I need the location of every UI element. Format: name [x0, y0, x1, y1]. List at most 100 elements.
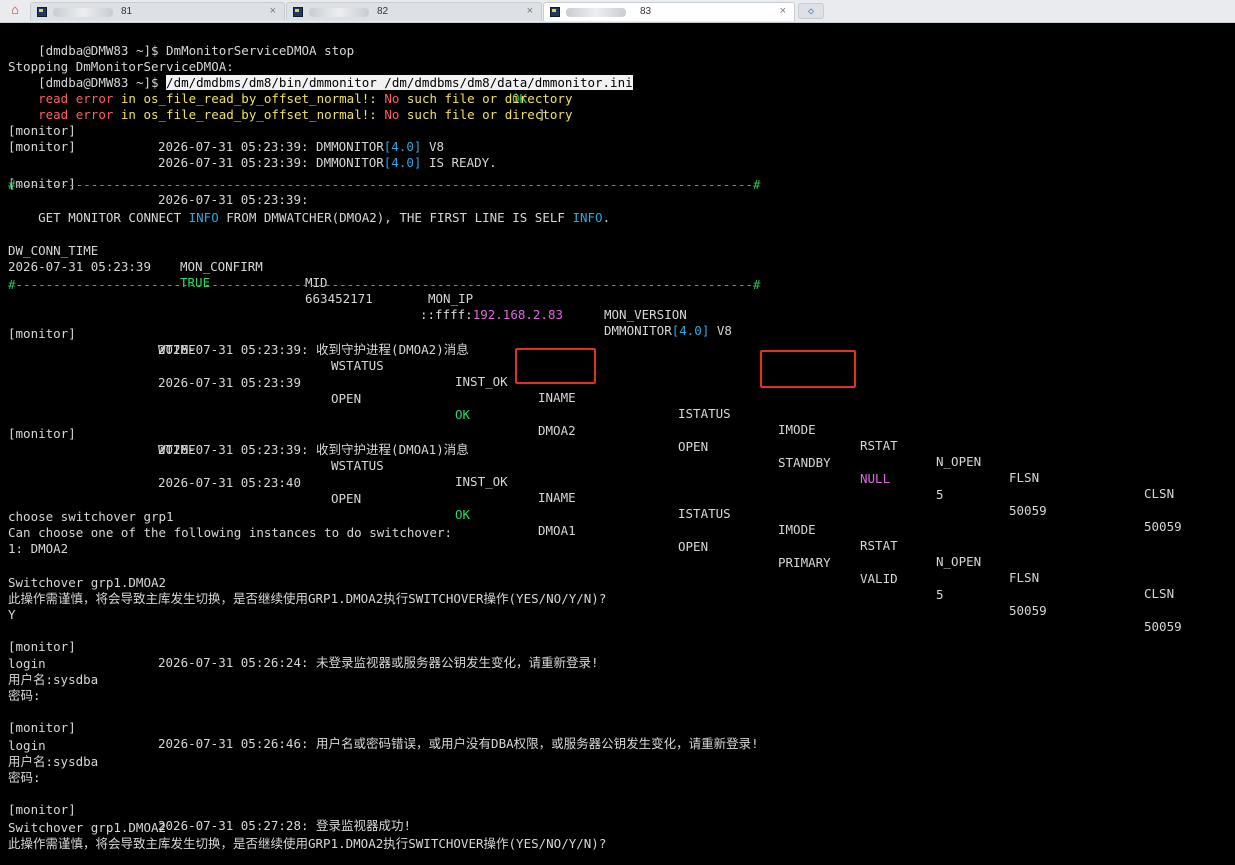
log-tag: [monitor] — [8, 639, 76, 654]
terminal-line: GET MONITOR CONNECT INFO FROM DMWATCHER(… — [8, 194, 610, 225]
table-cell: 2026-07-31 05:23:39 — [158, 375, 301, 390]
table-header: WTIME WSTATUS INST_OK INAME ISTATUS IMOD… — [8, 426, 1228, 601]
version-number: [4.0] — [383, 139, 422, 154]
close-icon[interactable]: × — [527, 5, 533, 17]
tab-label: 81 — [121, 6, 133, 17]
table-cell: 5 — [936, 487, 944, 502]
tab-label: 82 — [377, 6, 389, 17]
terminal-line: choose switchover grp1 — [8, 509, 174, 524]
column-header: CLSN — [1144, 486, 1175, 501]
plus-tab-icon[interactable]: ◇ — [798, 3, 824, 19]
info-keyword: INFO — [572, 210, 603, 225]
terminal-line: [monitor] 2026-07-31 05:23:39: DMMONITOR… — [8, 123, 708, 170]
terminal-line: login — [8, 738, 46, 753]
terminal-line: read error in os_file_read_by_offset_nor… — [8, 75, 572, 106]
terminal-line: Stopping DmMonitorServiceDMOA: [ OK ] — [8, 43, 608, 122]
column-header: WTIME — [158, 342, 196, 357]
home-icon[interactable]: ⌂ — [6, 3, 24, 19]
table-row: 2026-07-31 05:23:39 TRUE 663452171 ::fff… — [8, 243, 908, 338]
table-cell: OPEN — [678, 539, 709, 554]
version-suffix: V8 — [421, 139, 444, 154]
terminal-line: Switchover grp1.DMOA2 — [8, 820, 167, 835]
terminal-line: Y — [8, 607, 16, 622]
tab-session-83[interactable]: 83 × — [543, 2, 795, 21]
terminal-line: 用户名:sysdba — [8, 754, 99, 769]
close-icon[interactable]: × — [780, 5, 786, 17]
terminal-line: [monitor] 2026-07-31 05:27:28: 登录监视器成功! — [8, 786, 908, 833]
tab-label: 83 — [640, 6, 652, 17]
close-icon[interactable]: × — [270, 5, 276, 17]
table-cell: VALID — [860, 571, 898, 586]
table-cell: 2026-07-31 05:23:39 — [8, 259, 151, 274]
column-header: N_OPEN — [936, 554, 982, 569]
column-header: MON_IP — [428, 291, 474, 306]
terminal-line: [monitor] 2026-07-31 05:23:39: 收到守护进程(DM… — [8, 310, 908, 357]
terminal-icon — [37, 7, 47, 17]
log-text: 2026-07-31 05:27:28: 登录监视器成功! — [158, 818, 412, 833]
terminal-line: read error in os_file_read_by_offset_nor… — [8, 91, 572, 122]
column-header: MON_CONFIRM — [180, 259, 263, 274]
terminal-output[interactable]: [dmdba@DMW83 ~]$ DmMonitorServiceDMOA st… — [0, 23, 1235, 865]
column-header: INST_OK — [455, 374, 508, 389]
redacted-host — [53, 8, 113, 17]
highlight-box-imode — [760, 350, 856, 388]
table-cell: 5 — [936, 587, 944, 602]
table-row: 2026-07-31 05:23:40 OPEN OK DMOA1 OPEN P… — [8, 459, 1228, 634]
log-text: 2026-07-31 05:26:46: 用户名或密码错误，或用户没有DBA权限… — [158, 736, 759, 751]
tab-session-82[interactable]: 82 × — [286, 2, 542, 21]
column-header: INST_OK — [455, 474, 508, 489]
log-tag: [monitor] — [8, 720, 76, 735]
terminal-line: [monitor] 2026-07-31 05:26:46: 用户名或密码错误，… — [8, 704, 1108, 751]
log-text: 2026-07-31 05:23:39: 收到守护进程(DMOA1)消息 — [158, 442, 469, 457]
table-row: 2026-07-31 05:23:39 OPEN OK DMOA2 OPEN S… — [8, 359, 1228, 534]
table-cell: DMOA1 — [538, 523, 576, 538]
terminal-line: [monitor] 2026-07-31 05:26:24: 未登录监视器或服务… — [8, 623, 908, 670]
info-keyword: INFO — [188, 210, 219, 225]
table-cell: 50059 — [1009, 503, 1047, 518]
log-text: 2026-07-31 05:26:24: 未登录监视器或服务器公钥发生变化，请重… — [158, 655, 599, 670]
terminal-line: Switchover grp1.DMOA2 — [8, 575, 167, 590]
terminal-line: 用户名:sysdba — [8, 672, 99, 687]
terminal-icon — [550, 7, 560, 17]
log-timestamp: 2026-07-31 05:23:39: DMMONITOR — [158, 139, 384, 154]
terminal-line: [monitor] 2026-07-31 05:23:39: — [8, 160, 708, 207]
terminal-line: 此操作需谨慎，将会导致主库发生切换，是否继续使用GRP1.DMOA2执行SWIT… — [8, 836, 607, 851]
separator-line: #---------------------------------------… — [8, 277, 761, 292]
tab-session-81[interactable]: 81 × — [30, 2, 285, 21]
table-cell: OPEN — [331, 491, 362, 506]
table-cell: PRIMARY — [778, 555, 831, 570]
tab-bar: ⌂ 81 × 82 × 83 × ◇ — [0, 0, 1235, 23]
header-text: GET MONITOR CONNECT — [38, 210, 189, 225]
table-header: WTIME WSTATUS INST_OK INAME ISTATUS IMOD… — [8, 326, 1228, 501]
highlight-box-iname — [515, 348, 596, 384]
terminal-line: [monitor] 2026-07-31 05:23:39: 收到守护进程(DM… — [8, 410, 908, 457]
column-header: WTIME — [158, 442, 196, 457]
terminal-line: 密码: — [8, 688, 41, 703]
column-header: INAME — [538, 490, 576, 505]
log-text: 2026-07-31 05:23:39: DMMONITOR[4.0] V8 — [158, 139, 444, 155]
redacted-host — [309, 8, 369, 17]
column-header: RSTAT — [860, 538, 898, 553]
column-header: IMODE — [778, 522, 816, 537]
separator-line: #---------------------------------------… — [8, 177, 761, 192]
table-cell: 663452171 — [305, 291, 373, 306]
redacted-host — [566, 8, 626, 17]
table-cell: OPEN — [331, 391, 362, 406]
log-text: 2026-07-31 05:23:39: 收到守护进程(DMOA2)消息 — [158, 342, 469, 357]
log-tag: [monitor] — [8, 139, 76, 154]
column-header: FLSN — [1009, 570, 1040, 585]
terminal-line: login — [8, 656, 46, 671]
table-cell: 2026-07-31 05:23:40 — [158, 475, 301, 490]
terminal-line: 1: DMOA2 — [8, 541, 69, 556]
terminal-icon — [293, 7, 303, 17]
header-text: . — [602, 210, 611, 225]
header-text: FROM DMWATCHER(DMOA2), THE FIRST LINE IS… — [218, 210, 573, 225]
column-header: ISTATUS — [678, 506, 731, 521]
table-cell: 50059 — [1144, 619, 1182, 634]
table-cell: 50059 — [1009, 603, 1047, 618]
table-cell: OK — [455, 507, 471, 522]
terminal-line: 密码: — [8, 770, 41, 785]
terminal-line: 此操作需谨慎，将会导致主库发生切换，是否继续使用GRP1.DMOA2执行SWIT… — [8, 591, 607, 606]
log-tag: [monitor] — [8, 802, 76, 817]
terminal-line: [monitor] 2026-07-31 05:23:39: DMMONITOR… — [8, 107, 708, 154]
